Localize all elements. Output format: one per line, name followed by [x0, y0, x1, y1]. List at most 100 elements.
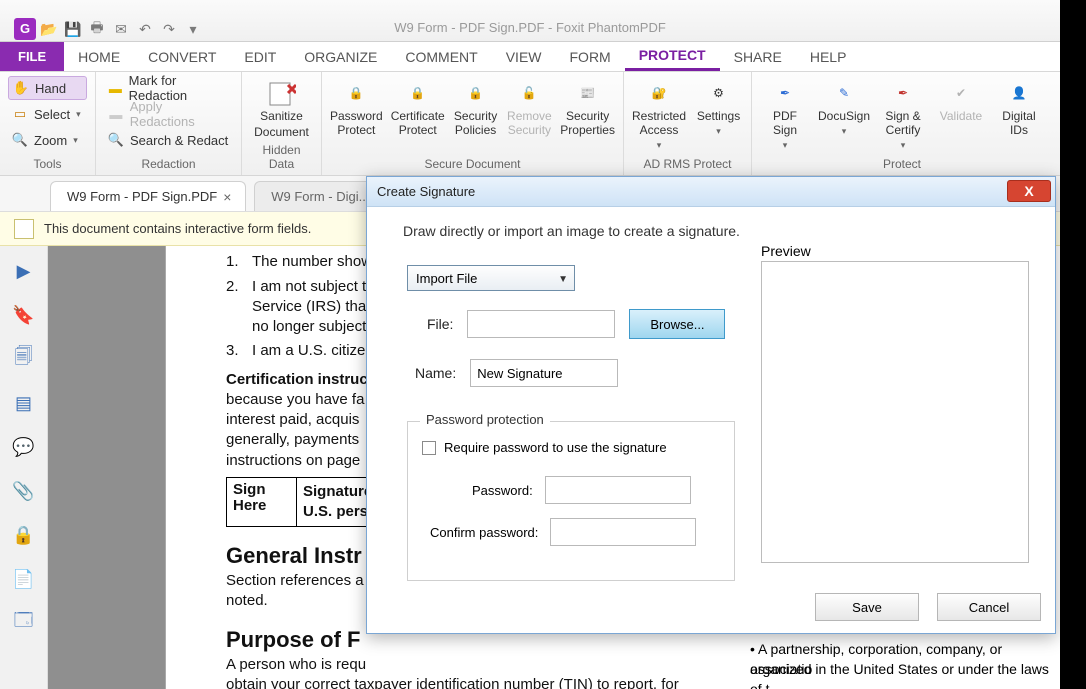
- sanitize-l2: Document: [254, 126, 309, 140]
- tab-share[interactable]: SHARE: [720, 42, 796, 71]
- layers-icon[interactable]: ▤: [13, 392, 35, 414]
- bold-text: Certification instruc: [226, 371, 368, 388]
- docusign-icon: ✎: [829, 80, 859, 108]
- security-policies-button[interactable]: 🔒Security Policies: [453, 76, 499, 138]
- certificate-protect-button[interactable]: 🔒Certificate Protect: [391, 76, 445, 138]
- hand-label: Hand: [35, 81, 66, 96]
- cancel-button[interactable]: Cancel: [937, 593, 1041, 621]
- doc-tab-1-label: W9 Form - PDF Sign.PDF: [67, 189, 217, 204]
- restricted-access-button[interactable]: 🔐Restricted Access▾: [632, 76, 686, 150]
- page-gutter: [48, 246, 166, 689]
- tab-file[interactable]: FILE: [0, 42, 64, 71]
- tab-view[interactable]: VIEW: [492, 42, 556, 71]
- text-line: organized in the United States or under …: [750, 660, 1050, 689]
- app-root: G 📂 💾 🖶 ✉ ↶ ↷ ▾ W9 Form - PDF Sign.PDF -…: [0, 0, 1086, 689]
- tab-home[interactable]: HOME: [64, 42, 134, 71]
- file-input[interactable]: [467, 310, 615, 338]
- zoom-tool-button[interactable]: 🔍Zoom▾: [8, 128, 87, 152]
- hand-tool-button[interactable]: ✋Hand: [8, 76, 87, 100]
- tab-organize[interactable]: ORGANIZE: [290, 42, 391, 71]
- password-input[interactable]: [545, 476, 691, 504]
- tab-protect[interactable]: PROTECT: [625, 42, 720, 71]
- apply-redactions-button[interactable]: ▬ Apply Redactions: [104, 102, 233, 126]
- remove-security-button[interactable]: 🔓Remove Security: [507, 76, 553, 138]
- search-label: Search & Redact: [130, 133, 228, 148]
- cert-label: Certificate Protect: [391, 110, 445, 138]
- digital-ids-button[interactable]: 👤Digital IDs: [994, 76, 1044, 150]
- ol-num: 3.: [226, 341, 244, 361]
- tab-convert[interactable]: CONVERT: [134, 42, 230, 71]
- dialog-title: Create Signature: [377, 184, 475, 199]
- zoom-label: Zoom: [34, 133, 67, 148]
- dialog-title-bar[interactable]: Create Signature X: [367, 177, 1055, 207]
- ribbon-group-secure: 🔒Password Protect 🔒Certificate Protect 🔒…: [322, 72, 624, 175]
- capture-border: [1060, 0, 1086, 689]
- val-label: Validate: [940, 110, 982, 124]
- close-button[interactable]: X: [1007, 180, 1051, 202]
- expand-icon[interactable]: ▶: [13, 260, 35, 282]
- sanitize-l1: Sanitize: [260, 110, 303, 124]
- form-icon: [14, 219, 34, 239]
- confirm-label: Confirm password:: [430, 525, 538, 540]
- sign-certify-button[interactable]: ✒Sign & Certify▾: [878, 76, 928, 150]
- signature-source-dropdown[interactable]: Import File ▼: [407, 265, 575, 291]
- search-icon: 🔍: [108, 132, 124, 148]
- ribbon-group-protect: ✒PDF Sign▾ ✎DocuSign▾ ✒Sign & Certify▾ ✔…: [752, 72, 1052, 175]
- signatures-icon[interactable]: 📄: [13, 568, 35, 590]
- group-label-tools: Tools: [8, 157, 87, 173]
- sign-cert-icon: ✒: [888, 80, 918, 108]
- apply-label: Apply Redactions: [130, 99, 229, 129]
- checkbox-icon: [422, 441, 436, 455]
- mark-redaction-button[interactable]: ▬Mark for Redaction: [104, 76, 233, 100]
- tab-edit[interactable]: EDIT: [230, 42, 290, 71]
- search-redact-button[interactable]: 🔍 Search & Redact: [104, 128, 233, 152]
- sign-b: Here: [233, 497, 266, 514]
- attachments-icon[interactable]: 📎: [13, 480, 35, 502]
- name-row: Name:: [415, 359, 618, 387]
- password-protection-fieldset: Password protection Require password to …: [407, 421, 735, 581]
- comments-icon[interactable]: 💬: [13, 436, 35, 458]
- ribbon-group-hidden: Sanitize Document Hidden Data: [242, 72, 322, 175]
- ol-text: The number show: [252, 252, 372, 272]
- ol-text: no longer subject: [252, 318, 366, 335]
- gear-icon: ⚙: [704, 80, 734, 108]
- fields-icon[interactable]: 🗔: [13, 612, 35, 634]
- ribbon-group-tools: ✋Hand ▭Select▾ 🔍Zoom▾ Tools: [0, 72, 96, 175]
- close-icon[interactable]: ×: [223, 189, 237, 203]
- tab-comment[interactable]: COMMENT: [391, 42, 491, 71]
- doc-tab-2-label: W9 Form - Digi...: [271, 189, 369, 204]
- apply-icon: ▬: [108, 106, 124, 122]
- bookmark-icon[interactable]: 🔖: [13, 304, 35, 326]
- name-input[interactable]: [470, 359, 618, 387]
- chevron-down-icon: ▼: [558, 274, 568, 285]
- window-title: W9 Form - PDF Sign.PDF - Foxit PhantomPD…: [0, 20, 1060, 35]
- password-row: Password:: [472, 476, 691, 504]
- browse-button[interactable]: Browse...: [629, 309, 725, 339]
- ribbon-group-adrms: 🔐Restricted Access▾ ⚙Settings▾ AD RMS Pr…: [624, 72, 752, 175]
- ra-label: Restricted Access: [632, 110, 686, 138]
- require-password-checkbox[interactable]: Require password to use the signature: [422, 440, 667, 455]
- tab-help[interactable]: HELP: [796, 42, 861, 71]
- ps-label: PDF Sign: [773, 110, 797, 138]
- docusign-button[interactable]: ✎DocuSign▾: [818, 76, 870, 150]
- fieldset-legend: Password protection: [420, 412, 550, 427]
- password-protect-button[interactable]: 🔒Password Protect: [330, 76, 383, 138]
- file-row: File: Browse...: [427, 309, 725, 339]
- security-panel-icon[interactable]: 🔒: [13, 524, 35, 546]
- ol-text: I am a U.S. citizen: [252, 341, 374, 361]
- select-tool-button[interactable]: ▭Select▾: [8, 102, 87, 126]
- pages-icon[interactable]: 🗐: [13, 348, 35, 370]
- validate-button[interactable]: ✔Validate: [936, 76, 986, 150]
- confirm-password-input[interactable]: [550, 518, 696, 546]
- group-label-hidden: Hidden Data: [250, 143, 313, 173]
- sanitize-button[interactable]: Sanitize Document: [250, 76, 313, 140]
- security-properties-button[interactable]: 📰Security Properties: [560, 76, 615, 138]
- tab-form[interactable]: FORM: [556, 42, 625, 71]
- save-button[interactable]: Save: [815, 593, 919, 621]
- confirm-password-row: Confirm password:: [430, 518, 696, 546]
- doc-tab-1[interactable]: W9 Form - PDF Sign.PDF ×: [50, 181, 246, 211]
- zoom-icon: 🔍: [12, 132, 28, 148]
- settings-button[interactable]: ⚙Settings▾: [694, 76, 743, 150]
- pdf-sign-button[interactable]: ✒PDF Sign▾: [760, 76, 810, 150]
- ol-text: Service (IRS) that: [252, 298, 370, 315]
